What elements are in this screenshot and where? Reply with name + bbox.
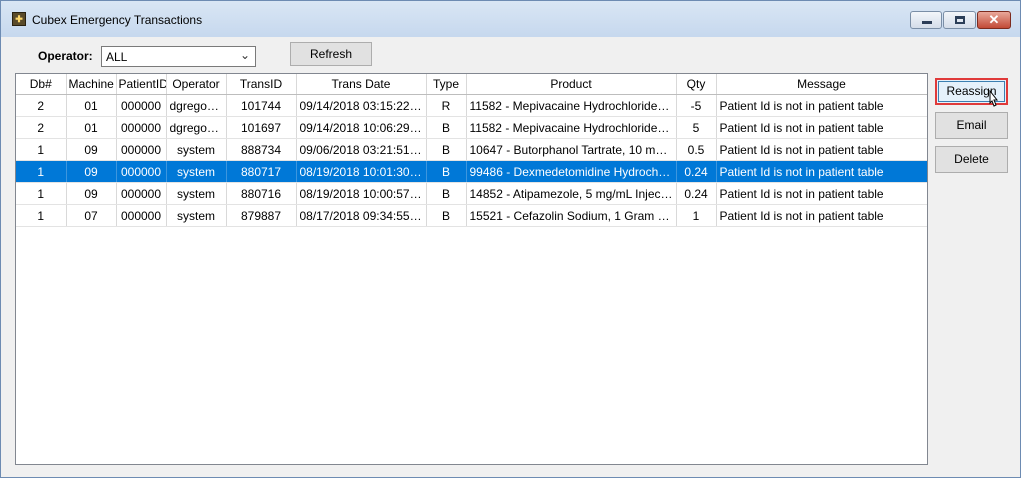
- column-header[interactable]: Operator: [166, 74, 227, 95]
- table-cell: 101697: [226, 116, 297, 139]
- table-cell: system: [166, 204, 227, 227]
- window-title: Cubex Emergency Transactions: [32, 13, 203, 27]
- table-cell: Patient Id is not in patient table: [716, 182, 927, 205]
- chevron-down-icon: ⌄: [239, 48, 250, 62]
- column-header[interactable]: Db#: [16, 74, 67, 95]
- table-body: 2 01 000000 dgregorich 101744 09/14/2018 03:1…: [16, 94, 927, 227]
- table-row[interactable]: 1 07 000000 system 879887 08/17/2018 09:34:55…: [16, 204, 927, 227]
- table-row[interactable]: 1 09 000000 system 888734 09/06/2018 03:21:51…: [16, 138, 927, 161]
- table-cell: 14852 - Atipamezole, 5 mg/mL Injection: [466, 182, 677, 205]
- table-row[interactable]: 1 09 000000 system 880717 08/19/2018 10:01:30…: [16, 160, 927, 183]
- operator-label: Operator:: [38, 49, 93, 63]
- table-cell: system: [166, 182, 227, 205]
- table-cell: R: [426, 94, 467, 117]
- table-cell: 000000: [116, 160, 167, 183]
- table-cell: system: [166, 160, 227, 183]
- table-cell: B: [426, 204, 467, 227]
- table-cell: B: [426, 160, 467, 183]
- table-cell: 1: [16, 182, 67, 205]
- table-cell: 000000: [116, 116, 167, 139]
- maximize-button[interactable]: [943, 11, 976, 29]
- emergency-transactions-window: ✚ Cubex Emergency Transactions ✕ Operato…: [0, 0, 1021, 478]
- table-cell: 1: [16, 204, 67, 227]
- column-header[interactable]: Product: [466, 74, 677, 95]
- table-cell: 5: [676, 116, 717, 139]
- table-cell: 1: [16, 160, 67, 183]
- minimize-button[interactable]: [910, 11, 942, 29]
- operator-dropdown[interactable]: ALL ⌄: [101, 46, 256, 67]
- column-header[interactable]: Message: [716, 74, 927, 95]
- column-header[interactable]: Trans Date: [296, 74, 427, 95]
- table-cell: 2: [16, 94, 67, 117]
- transactions-grid[interactable]: Db# Machine PatientID Operator TransID Trans …: [15, 73, 928, 465]
- column-header[interactable]: TransID: [226, 74, 297, 95]
- table-cell: 888734: [226, 138, 297, 161]
- table-cell: 09: [66, 138, 117, 161]
- email-button[interactable]: Email: [935, 112, 1008, 139]
- client-area: Operator: ALL ⌄ Refresh Db# Machine Patien…: [8, 37, 1013, 469]
- table-cell: dgregorich: [166, 94, 227, 117]
- table-cell: 2: [16, 116, 67, 139]
- table-cell: Patient Id is not in patient table: [716, 116, 927, 139]
- cubex-app-icon: ✚: [12, 12, 26, 26]
- table-cell: 01: [66, 116, 117, 139]
- close-icon: ✕: [988, 12, 1000, 27]
- table-cell: B: [426, 116, 467, 139]
- table-cell: 000000: [116, 204, 167, 227]
- table-cell: 000000: [116, 182, 167, 205]
- table-cell: 1: [676, 204, 717, 227]
- table-cell: 10647 - Butorphanol Tartrate, 10 mg/mL .…: [466, 138, 677, 161]
- table-cell: system: [166, 138, 227, 161]
- table-cell: 09: [66, 182, 117, 205]
- table-cell: Patient Id is not in patient table: [716, 160, 927, 183]
- table-row[interactable]: 2 01 000000 dgregorich 101697 09/14/2018 10:0…: [16, 116, 927, 139]
- table-cell: 880717: [226, 160, 297, 183]
- table-cell: 08/19/2018 10:00:57 AM: [296, 182, 427, 205]
- table-cell: B: [426, 182, 467, 205]
- operator-selected-value: ALL: [106, 50, 128, 64]
- refresh-button[interactable]: Refresh: [290, 42, 372, 66]
- table-cell: 09/14/2018 03:15:22 PM: [296, 94, 427, 117]
- table-cell: dgregorich: [166, 116, 227, 139]
- column-header[interactable]: Type: [426, 74, 467, 95]
- table-cell: 09: [66, 160, 117, 183]
- table-cell: 99486 - Dexmedetomidine Hydrochloride...: [466, 160, 677, 183]
- table-cell: 08/17/2018 09:34:55 AM: [296, 204, 427, 227]
- table-cell: 1: [16, 138, 67, 161]
- table-cell: 000000: [116, 94, 167, 117]
- title-bar[interactable]: ✚ Cubex Emergency Transactions ✕: [1, 1, 1020, 37]
- table-cell: 0.5: [676, 138, 717, 161]
- table-cell: 15521 - Cefazolin Sodium, 1 Gram Powd...: [466, 204, 677, 227]
- column-header[interactable]: PatientID: [116, 74, 167, 95]
- maximize-icon: [955, 16, 965, 24]
- table-cell: Patient Id is not in patient table: [716, 138, 927, 161]
- table-cell: 09/14/2018 10:06:29 AM: [296, 116, 427, 139]
- table-cell: Patient Id is not in patient table: [716, 94, 927, 117]
- table-cell: 11582 - Mepivacaine Hydrochloride, 2% ..…: [466, 94, 677, 117]
- table-cell: 101744: [226, 94, 297, 117]
- table-cell: 0.24: [676, 160, 717, 183]
- column-header[interactable]: Qty: [676, 74, 717, 95]
- column-header[interactable]: Machine: [66, 74, 117, 95]
- table-cell: 880716: [226, 182, 297, 205]
- table-row[interactable]: 1 09 000000 system 880716 08/19/2018 10:00:57…: [16, 182, 927, 205]
- transactions-table: Db# Machine PatientID Operator TransID Trans …: [16, 74, 927, 227]
- table-cell: Patient Id is not in patient table: [716, 204, 927, 227]
- table-header-row: Db# Machine PatientID Operator TransID Trans …: [16, 74, 927, 95]
- table-cell: -5: [676, 94, 717, 117]
- table-cell: 08/19/2018 10:01:30 AM: [296, 160, 427, 183]
- table-cell: 879887: [226, 204, 297, 227]
- table-cell: 01: [66, 94, 117, 117]
- table-cell: 11582 - Mepivacaine Hydrochloride, 2% ..…: [466, 116, 677, 139]
- table-cell: 07: [66, 204, 117, 227]
- table-cell: 09/06/2018 03:21:51 PM: [296, 138, 427, 161]
- table-cell: 000000: [116, 138, 167, 161]
- mouse-cursor-icon: [989, 90, 999, 107]
- table-cell: 0.24: [676, 182, 717, 205]
- table-row[interactable]: 2 01 000000 dgregorich 101744 09/14/2018 03:1…: [16, 94, 927, 117]
- minimize-icon: [922, 21, 932, 24]
- close-button[interactable]: ✕: [977, 11, 1011, 29]
- table-cell: B: [426, 138, 467, 161]
- delete-button[interactable]: Delete: [935, 146, 1008, 173]
